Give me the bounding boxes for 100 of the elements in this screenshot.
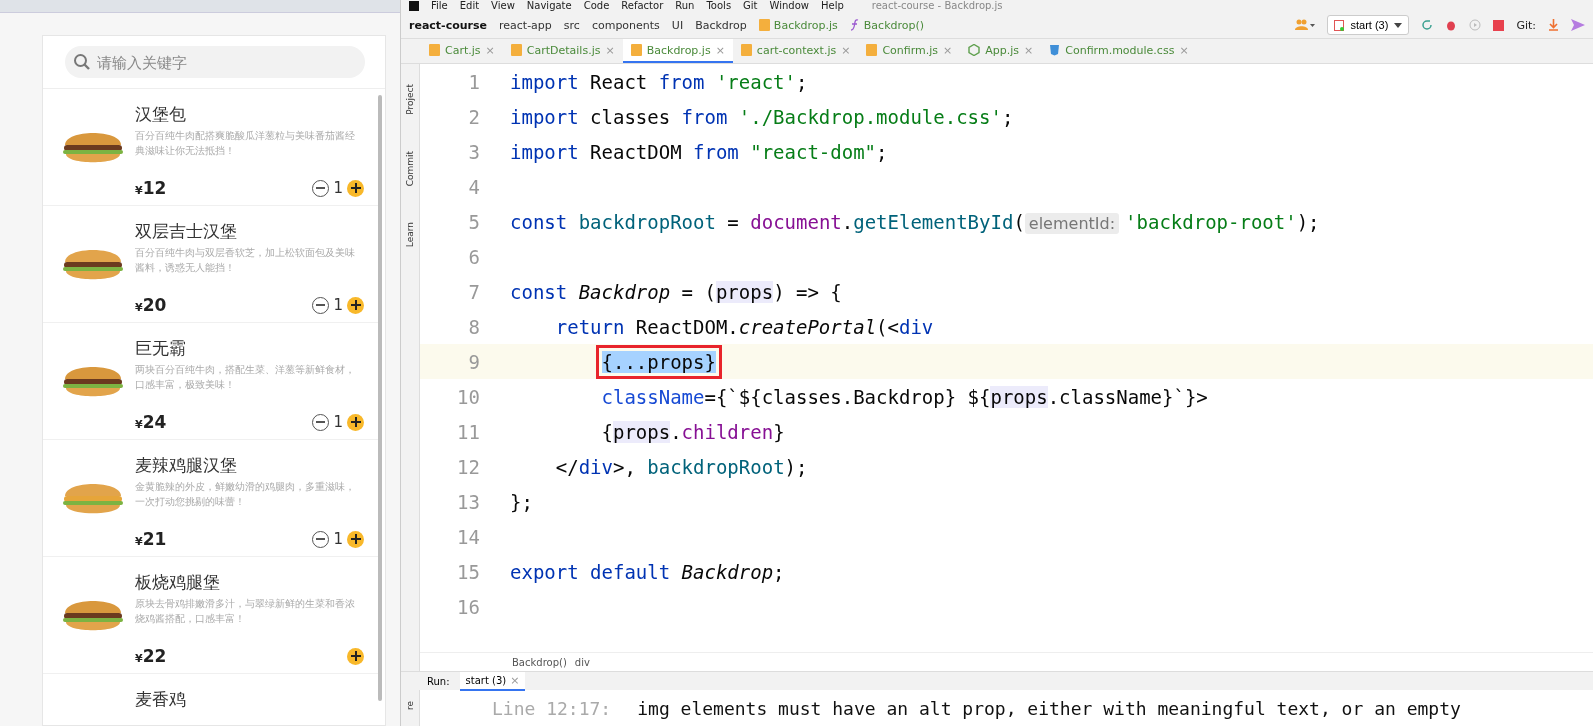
search-field[interactable]: 请输入关键字 bbox=[65, 46, 365, 78]
file-tab[interactable]: Confirm.js × bbox=[858, 39, 961, 63]
js-file-icon bbox=[510, 44, 522, 56]
item-count: 1 bbox=[333, 413, 343, 431]
code-line: {props.children} bbox=[600, 420, 785, 443]
food-name: 双层吉士汉堡 bbox=[135, 220, 238, 243]
line-number: 11 bbox=[456, 420, 481, 443]
run-config-dropdown[interactable]: start (3) bbox=[1327, 15, 1410, 35]
menu-item[interactable]: Edit bbox=[459, 0, 480, 12]
code-line: }; bbox=[510, 490, 533, 513]
git-label: Git: bbox=[1516, 18, 1536, 32]
food-name: 麦香鸡 bbox=[135, 688, 187, 711]
code-line: </div>, backdropRoot); bbox=[554, 455, 808, 478]
code-line: import ReactDOM from "react-dom"; bbox=[510, 140, 888, 163]
line-number: 6 bbox=[467, 245, 481, 268]
item-count: 1 bbox=[333, 296, 343, 314]
minus-icon bbox=[316, 187, 326, 189]
food-price: ¥21 bbox=[135, 529, 167, 549]
plus-icon bbox=[350, 534, 361, 544]
menu-item[interactable]: Help bbox=[821, 0, 844, 12]
breadcrumb-item[interactable]: div bbox=[574, 656, 590, 668]
nav-crumb[interactable]: src bbox=[563, 18, 580, 32]
code-line: return ReactDOM.createPortal(<div bbox=[554, 315, 934, 338]
line-number: 10 bbox=[456, 385, 481, 408]
nav-crumb[interactable]: Backdrop bbox=[695, 18, 747, 32]
line-number: 12 bbox=[456, 455, 481, 478]
css-file-icon bbox=[1049, 44, 1061, 56]
line-number: 14 bbox=[456, 525, 481, 548]
plus-icon bbox=[350, 183, 361, 193]
line-number: 3 bbox=[467, 140, 481, 163]
plus-icon bbox=[350, 651, 361, 661]
line-number: 4 bbox=[467, 175, 481, 198]
food-description: 百分百纯牛肉与双层香软芝，加上松软面包及美味酱料，诱惑无人能挡！ bbox=[135, 246, 356, 275]
file-tab[interactable]: cart-context.js × bbox=[732, 39, 859, 63]
console-message: img elements must have an alt prop, either with meaningful text, or an empty bbox=[637, 697, 1461, 719]
hexagon-icon bbox=[968, 44, 981, 56]
code-line: import React from 'react'; bbox=[510, 70, 808, 93]
menu-item[interactable]: File bbox=[431, 0, 448, 12]
minus-button[interactable] bbox=[312, 296, 330, 314]
food-name: 板烧鸡腿堡 bbox=[135, 571, 221, 594]
nav-crumb[interactable]: UI bbox=[671, 18, 684, 32]
file-tab[interactable]: CartDetails.js × bbox=[502, 39, 623, 63]
nav-crumb[interactable]: react-app bbox=[499, 18, 552, 32]
plus-button[interactable] bbox=[347, 179, 364, 197]
line-number: 16 bbox=[456, 595, 481, 618]
file-tab[interactable]: App.js × bbox=[960, 39, 1042, 63]
minus-button[interactable] bbox=[312, 179, 330, 197]
minus-icon bbox=[316, 538, 326, 540]
tool-window-tab[interactable]: Learn bbox=[405, 222, 415, 248]
food-description: 原块去骨鸡排嫩滑多汁，与翠绿新鲜的生菜和香浓烧鸡酱搭配，口感丰富！ bbox=[135, 597, 356, 626]
item-count: 1 bbox=[333, 530, 343, 548]
menu-item[interactable]: Window bbox=[769, 0, 809, 12]
window-title: react-course - Backdrop.js bbox=[871, 0, 1003, 12]
tool-window-tab[interactable]: Project bbox=[405, 84, 415, 115]
line-number: 1 bbox=[467, 70, 481, 93]
minus-icon bbox=[316, 421, 326, 423]
download-arrow-icon[interactable] bbox=[1548, 19, 1559, 31]
menu-item[interactable]: Code bbox=[583, 0, 610, 12]
file-tab[interactable]: Backdrop.js × bbox=[622, 39, 733, 63]
tool-window-tab[interactable]: Commit bbox=[405, 150, 415, 187]
code-line: import classes from './Backdrop.module.css'; bbox=[510, 105, 1014, 128]
plus-icon bbox=[350, 417, 361, 427]
plus-button[interactable] bbox=[347, 530, 364, 548]
menu-item[interactable]: Run bbox=[675, 0, 695, 12]
nav-crumb[interactable]: react-course bbox=[409, 18, 487, 32]
menu-item[interactable]: Navigate bbox=[526, 0, 572, 12]
menu-item[interactable]: Git bbox=[743, 0, 758, 12]
rerun-icon[interactable] bbox=[1421, 19, 1434, 31]
code-line: const backdropRoot = document.getElementById( elementId: 'backdrop-root'); bbox=[510, 210, 1320, 233]
file-tab[interactable]: Confirm.module.css × bbox=[1041, 39, 1197, 63]
plus-button[interactable] bbox=[347, 413, 364, 431]
plus-icon bbox=[350, 300, 361, 310]
file-tab[interactable]: Cart.js × bbox=[421, 39, 503, 63]
plus-button[interactable] bbox=[347, 647, 364, 665]
menu-item[interactable]: View bbox=[491, 0, 515, 12]
run-config-icon bbox=[1334, 19, 1345, 31]
food-price: ¥22 bbox=[135, 646, 167, 666]
food-name: 汉堡包 bbox=[135, 103, 187, 126]
caret-icon bbox=[1394, 22, 1403, 28]
code-line: export default Backdrop; bbox=[510, 560, 785, 583]
food-price: ¥12 bbox=[135, 178, 167, 198]
breadcrumb-item[interactable]: Backdrop() bbox=[512, 656, 567, 668]
food-price: ¥24 bbox=[135, 412, 167, 432]
menu-item[interactable]: Tools bbox=[706, 0, 732, 12]
food-price: ¥20 bbox=[135, 295, 167, 315]
scrollbar[interactable] bbox=[378, 95, 382, 701]
stop-icon[interactable] bbox=[1493, 19, 1505, 31]
minus-button[interactable] bbox=[312, 530, 330, 548]
menu-item[interactable]: Refactor bbox=[621, 0, 664, 12]
nav-crumb[interactable]: components bbox=[591, 18, 660, 32]
line-number: 8 bbox=[467, 315, 481, 338]
users-icon[interactable] bbox=[1295, 19, 1316, 31]
line-number: 13 bbox=[456, 490, 481, 513]
send-arrow-icon[interactable] bbox=[1571, 19, 1585, 31]
run-tab[interactable]: start (3) × bbox=[459, 671, 526, 691]
food-description: 百分百纯牛肉配搭爽脆酸瓜洋葱粒与美味番茄酱经典滋味让你无法抵挡！ bbox=[135, 129, 356, 158]
plus-button[interactable] bbox=[347, 296, 364, 314]
nav-crumb[interactable]: Backdrop() bbox=[849, 18, 925, 32]
minus-button[interactable] bbox=[312, 413, 330, 431]
nav-crumb[interactable]: Backdrop.js bbox=[758, 18, 838, 32]
